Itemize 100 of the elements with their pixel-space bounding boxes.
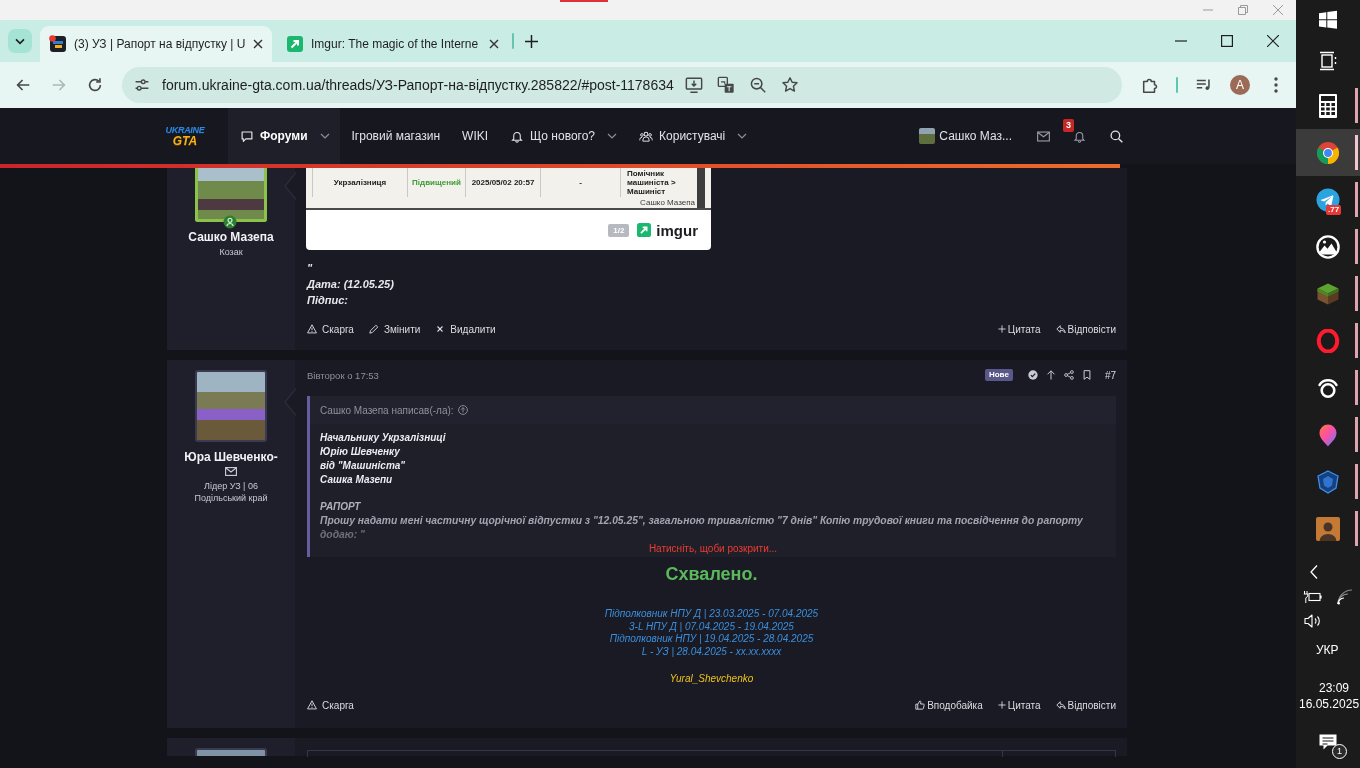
signature-line: Підполковник НПУ | 19.04.2025 - 28.04.2025 <box>608 633 815 646</box>
running-indicator <box>1355 464 1358 499</box>
running-indicator <box>1355 511 1358 546</box>
signal-icon[interactable] <box>1337 589 1353 605</box>
arrow-up-icon[interactable] <box>1045 370 1056 380</box>
thumbs-up-icon <box>915 700 926 710</box>
reply-link[interactable]: Відповісти <box>1055 323 1116 335</box>
input-language-indicator[interactable]: УКР <box>1316 642 1339 658</box>
nav-tab[interactable]: Користувачі <box>629 108 758 164</box>
taskbar-app-button[interactable]: .77 <box>1296 176 1360 223</box>
volume-icon[interactable] <box>1304 613 1322 629</box>
chat-icon <box>240 129 254 143</box>
tune-icon <box>134 77 150 93</box>
quote-author[interactable]: Сашко Мазепа написав(-ла): <box>320 404 454 416</box>
arrow-up-circle-icon[interactable] <box>457 405 468 415</box>
new-badge: Нове <box>984 369 1013 381</box>
running-indicator <box>1355 370 1358 405</box>
reply-link[interactable]: Відповісти <box>1055 699 1116 711</box>
task-view-icon <box>1318 51 1338 71</box>
share-icon[interactable] <box>1063 370 1074 380</box>
post-text: Дата: (12.05.25) <box>307 277 395 292</box>
report-link[interactable]: Скарга <box>307 699 354 711</box>
star-icon <box>780 76 799 94</box>
browser-icon <box>1316 140 1340 165</box>
address-bar[interactable]: forum.ukraine-gta.com.ua/threads/УЗ-Рапорт-на-відпустку.285822/#post-1178634 <box>122 67 1122 103</box>
avatar-photo[interactable] <box>195 168 267 222</box>
profile-button[interactable]: A <box>1230 75 1250 95</box>
clock-date[interactable]: 16.05.2025 <box>1299 697 1360 712</box>
signature-line: 3-L НПУ Д | 07.04.2025 - 19.04.2025 <box>628 620 795 633</box>
quote-link[interactable]: Цитата <box>997 699 1041 711</box>
kebab-menu-icon <box>1274 77 1278 93</box>
avatar-photo <box>195 748 267 756</box>
translate-icon <box>716 76 735 94</box>
close-icon <box>1267 35 1279 47</box>
user-menu-link[interactable]: Сашко Маз... <box>919 128 1012 144</box>
close-icon <box>253 39 264 49</box>
warning-icon <box>307 324 317 334</box>
reload-icon <box>86 76 104 94</box>
quote-text: Юрію Шевченку <box>320 445 401 459</box>
plus-icon <box>524 34 538 48</box>
table-cell: 2025/05/02 20:57 <box>465 168 540 197</box>
edit-link[interactable]: Змінити <box>368 323 421 335</box>
image-credit: Сашко Мазепа <box>640 198 695 207</box>
puzzle-icon <box>1141 76 1159 94</box>
message-bubble-icon <box>1318 732 1338 752</box>
grass-block-icon <box>1316 281 1340 306</box>
nav-tab[interactable]: WIKI <box>452 108 499 164</box>
table-cell: - <box>540 168 620 197</box>
tab-search-button[interactable] <box>8 29 32 53</box>
browser-tab[interactable]: (3) УЗ | Рапорт на відпустку | U <box>40 26 272 62</box>
check-circle-icon[interactable] <box>1027 370 1038 380</box>
avatar-photo[interactable] <box>195 370 267 442</box>
clock-time[interactable]: 23:09 <box>1319 681 1350 696</box>
brand-wordmark[interactable]: imgur <box>656 221 698 239</box>
portrait-icon <box>1316 516 1340 541</box>
signature-line: L - УЗ | 28.04.2025 - xx.xx.xxxx <box>640 645 783 658</box>
author-name[interactable]: Юра Шевченко- <box>184 450 278 465</box>
post-text: " <box>307 261 314 276</box>
bell-icon <box>510 129 525 143</box>
user-avatar <box>919 128 936 144</box>
mountain-icon <box>1316 234 1340 259</box>
nav-tab[interactable]: Форуми <box>228 108 340 164</box>
online-badge-icon <box>223 215 237 229</box>
warning-icon <box>307 700 317 710</box>
running-indicator <box>1355 88 1358 123</box>
chevron-left-icon[interactable] <box>1309 564 1319 580</box>
running-indicator <box>1355 229 1358 264</box>
user-title: Лідер УЗ | 06 <box>204 480 258 492</box>
post-text: Підпис: <box>307 293 349 308</box>
signature-line: Підполковник НПУ Д | 23.03.2025 - 07.04.2025 <box>603 608 820 621</box>
taskbar-app-button[interactable] <box>1296 129 1360 176</box>
logo-icon <box>637 223 652 237</box>
maximize-icon <box>1221 35 1233 47</box>
nav-tab[interactable]: Ігровий магазин <box>341 108 451 164</box>
like-link[interactable]: Вподобайка <box>915 699 983 711</box>
table-cell: Підвищений <box>407 168 465 197</box>
running-indicator <box>1355 182 1358 217</box>
reply-editor-field[interactable] <box>307 750 1116 757</box>
battery-icon[interactable] <box>1303 590 1323 604</box>
browser-tab[interactable]: Imgur: The magic of the Interne <box>280 26 510 62</box>
quote-text: від "Машиніста" <box>320 459 407 473</box>
signature-name: Yural_Shevchenko <box>668 671 755 685</box>
post-date: Вівторок о 17:53 <box>307 369 379 381</box>
install-icon <box>684 76 703 94</box>
report-link[interactable]: Скарга <box>307 323 354 335</box>
bookmark-icon[interactable] <box>1081 370 1092 380</box>
notification-count-badge: 1 <box>1332 744 1347 759</box>
mail-icon[interactable] <box>225 467 237 476</box>
delete-link[interactable]: Видалити <box>435 323 496 335</box>
nav-tab[interactable]: Що нового? <box>500 108 628 164</box>
bell-icon <box>1072 129 1086 143</box>
quote-link[interactable]: Цитата <box>997 323 1041 335</box>
post-number-link[interactable]: #7 <box>1104 369 1116 381</box>
quote-paragraph: Прошу надати мені частичну щорічної відпустки з "12.05.25", загальною тривалістю "7 днів" Копію трудової книги та посвідчення до рапорту додаю: " <box>320 514 1084 542</box>
users-icon <box>639 129 654 143</box>
author-name[interactable]: Сашко Мазепа <box>188 230 274 245</box>
site-logo[interactable]: UKRAINE GTA <box>162 121 208 151</box>
expand-link[interactable]: Натисніть, щоби розкрити... <box>648 542 778 555</box>
alert-count-badge: 3 <box>1063 119 1074 132</box>
pencil-icon <box>368 324 379 334</box>
